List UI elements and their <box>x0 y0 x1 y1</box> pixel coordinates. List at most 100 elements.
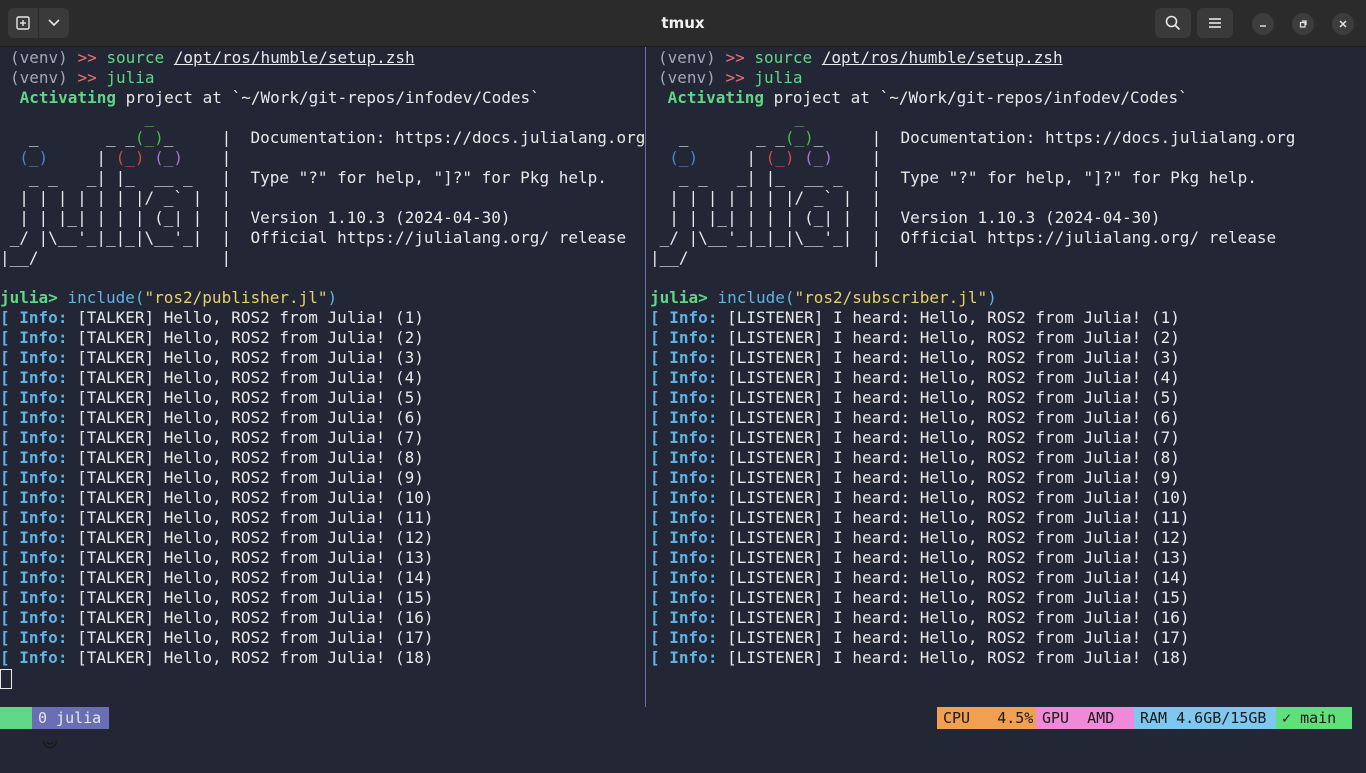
log-message: [TALKER] Hello, ROS2 from Julia! (7) <box>77 428 424 447</box>
log-line: [ Info: [LISTENER] I heard: Hello, ROS2 … <box>650 448 1366 468</box>
log-line: [ Info: [TALKER] Hello, ROS2 from Julia!… <box>0 508 644 528</box>
log-level: Info: <box>669 508 718 527</box>
log-message: [LISTENER] I heard: Hello, ROS2 from Jul… <box>727 468 1180 487</box>
maximize-button[interactable] <box>1292 13 1314 35</box>
title-bar: tmux <box>0 0 1366 47</box>
log-message: [TALKER] Hello, ROS2 from Julia! (4) <box>77 368 424 387</box>
log-message: [TALKER] Hello, ROS2 from Julia! (17) <box>77 628 434 647</box>
log-line: [ Info: [LISTENER] I heard: Hello, ROS2 … <box>650 488 1366 508</box>
log-bracket: [ <box>0 628 10 647</box>
log-level: Info: <box>669 568 718 587</box>
log-message: [LISTENER] I heard: Hello, ROS2 from Jul… <box>727 348 1180 367</box>
log-level: Info: <box>669 428 718 447</box>
log-message: [LISTENER] I heard: Hello, ROS2 from Jul… <box>727 328 1180 347</box>
git-branch-widget: ✓ main <box>1276 707 1352 729</box>
log-line: [ Info: [TALKER] Hello, ROS2 from Julia!… <box>0 588 644 608</box>
log-output: [ Info: [LISTENER] I heard: Hello, ROS2 … <box>650 308 1366 668</box>
log-message: [TALKER] Hello, ROS2 from Julia! (5) <box>77 388 424 407</box>
log-message: [LISTENER] I heard: Hello, ROS2 from Jul… <box>727 568 1190 587</box>
log-line: [ Info: [TALKER] Hello, ROS2 from Julia!… <box>0 428 644 448</box>
log-level: Info: <box>669 648 718 667</box>
log-bracket: [ <box>650 588 660 607</box>
log-level: Info: <box>669 308 718 327</box>
log-level: Info: <box>669 348 718 367</box>
log-message: [TALKER] Hello, ROS2 from Julia! (13) <box>77 548 434 567</box>
log-bracket: [ <box>0 528 10 547</box>
log-bracket: [ <box>650 528 660 547</box>
terminal-line: Activating project at `~/Work/git-repos/… <box>658 88 1188 107</box>
log-level: Info: <box>19 308 68 327</box>
log-line: [ Info: [LISTENER] I heard: Hello, ROS2 … <box>650 388 1366 408</box>
log-line: [ Info: [LISTENER] I heard: Hello, ROS2 … <box>650 568 1366 588</box>
log-bracket: [ <box>650 328 660 347</box>
log-level: Info: <box>669 608 718 627</box>
log-message: [TALKER] Hello, ROS2 from Julia! (2) <box>77 328 424 347</box>
log-level: Info: <box>19 508 68 527</box>
log-message: [LISTENER] I heard: Hello, ROS2 from Jul… <box>727 648 1190 667</box>
gpu-widget: GPU AMD <box>1036 707 1134 729</box>
banner-line: _/ |\__'_|_|_|\__'_| | Official https://… <box>650 228 1277 247</box>
log-message: [LISTENER] I heard: Hello, ROS2 from Jul… <box>727 428 1180 447</box>
log-bracket: [ <box>0 548 10 567</box>
log-line: [ Info: [TALKER] Hello, ROS2 from Julia!… <box>0 368 644 388</box>
log-message: [TALKER] Hello, ROS2 from Julia! (3) <box>77 348 424 367</box>
log-message: [LISTENER] I heard: Hello, ROS2 from Jul… <box>727 528 1190 547</box>
log-bracket: [ <box>0 328 10 347</box>
banner-line: (_) | (_) (_) | <box>19 148 232 167</box>
log-line: [ Info: [LISTENER] I heard: Hello, ROS2 … <box>650 348 1366 368</box>
log-message: [TALKER] Hello, ROS2 from Julia! (8) <box>77 448 424 467</box>
log-message: [LISTENER] I heard: Hello, ROS2 from Jul… <box>727 588 1190 607</box>
search-button[interactable] <box>1155 8 1191 38</box>
log-message: [LISTENER] I heard: Hello, ROS2 from Jul… <box>727 608 1190 627</box>
tmux-status-bar: 0 julia CPU 4.5% GPU AMD RAM 4.6GB/15GB … <box>0 707 1366 748</box>
log-message: [TALKER] Hello, ROS2 from Julia! (11) <box>77 508 434 527</box>
log-line: [ Info: [TALKER] Hello, ROS2 from Julia!… <box>0 568 644 588</box>
log-level: Info: <box>19 648 68 667</box>
julia-prompt-line: julia> include("ros2/subscriber.jl") <box>650 288 997 307</box>
log-level: Info: <box>19 388 68 407</box>
log-line: [ Info: [TALKER] Hello, ROS2 from Julia!… <box>0 348 644 368</box>
log-bracket: [ <box>0 448 10 467</box>
session-indicator[interactable] <box>0 707 58 748</box>
log-line: [ Info: [LISTENER] I heard: Hello, ROS2 … <box>650 648 1366 668</box>
menu-button[interactable] <box>1197 8 1233 38</box>
log-bracket: [ <box>650 568 660 587</box>
log-message: [TALKER] Hello, ROS2 from Julia! (14) <box>77 568 434 587</box>
log-bracket: [ <box>0 388 10 407</box>
banner-line: _ <box>0 108 155 127</box>
banner-line: (_) | (_) (_) | <box>669 148 882 167</box>
left-terminal-pane[interactable]: (venv) >> source /opt/ros/humble/setup.z… <box>0 48 644 706</box>
log-bracket: [ <box>650 448 660 467</box>
log-level: Info: <box>19 408 68 427</box>
log-level: Info: <box>669 488 718 507</box>
log-bracket: [ <box>0 308 10 327</box>
log-level: Info: <box>19 608 68 627</box>
log-line: [ Info: [TALKER] Hello, ROS2 from Julia!… <box>0 548 644 568</box>
log-line: [ Info: [LISTENER] I heard: Hello, ROS2 … <box>650 508 1366 528</box>
log-line: [ Info: [LISTENER] I heard: Hello, ROS2 … <box>650 468 1366 488</box>
log-bracket: [ <box>0 468 10 487</box>
log-level: Info: <box>669 388 718 407</box>
log-level: Info: <box>19 548 68 567</box>
terminal-cursor-line <box>0 668 644 689</box>
window-tab-julia[interactable]: 0 julia <box>32 707 109 729</box>
hamburger-menu-icon <box>1209 18 1221 28</box>
search-icon <box>1165 15 1181 31</box>
log-level: Info: <box>669 408 718 427</box>
log-line: [ Info: [LISTENER] I heard: Hello, ROS2 … <box>650 628 1366 648</box>
log-level: Info: <box>19 628 68 647</box>
minimize-button[interactable] <box>1252 13 1274 35</box>
log-line: [ Info: [LISTENER] I heard: Hello, ROS2 … <box>650 588 1366 608</box>
banner-line: _ _ _| |_ __ _ | Type "?" for help, "]?"… <box>650 168 1257 187</box>
close-button[interactable] <box>1332 13 1354 35</box>
log-level: Info: <box>19 428 68 447</box>
log-level: Info: <box>19 448 68 467</box>
log-line: [ Info: [TALKER] Hello, ROS2 from Julia!… <box>0 328 644 348</box>
log-line: [ Info: [LISTENER] I heard: Hello, ROS2 … <box>650 528 1366 548</box>
banner-line: |__/ | <box>650 248 882 267</box>
pane-divider[interactable] <box>645 47 646 707</box>
banner-line: | | |_| | | | (_| | | Version 1.10.3 (20… <box>650 208 1161 227</box>
right-terminal-pane[interactable]: (venv) >> source /opt/ros/humble/setup.z… <box>650 48 1366 706</box>
log-bracket: [ <box>0 488 10 507</box>
log-line: [ Info: [TALKER] Hello, ROS2 from Julia!… <box>0 408 644 428</box>
